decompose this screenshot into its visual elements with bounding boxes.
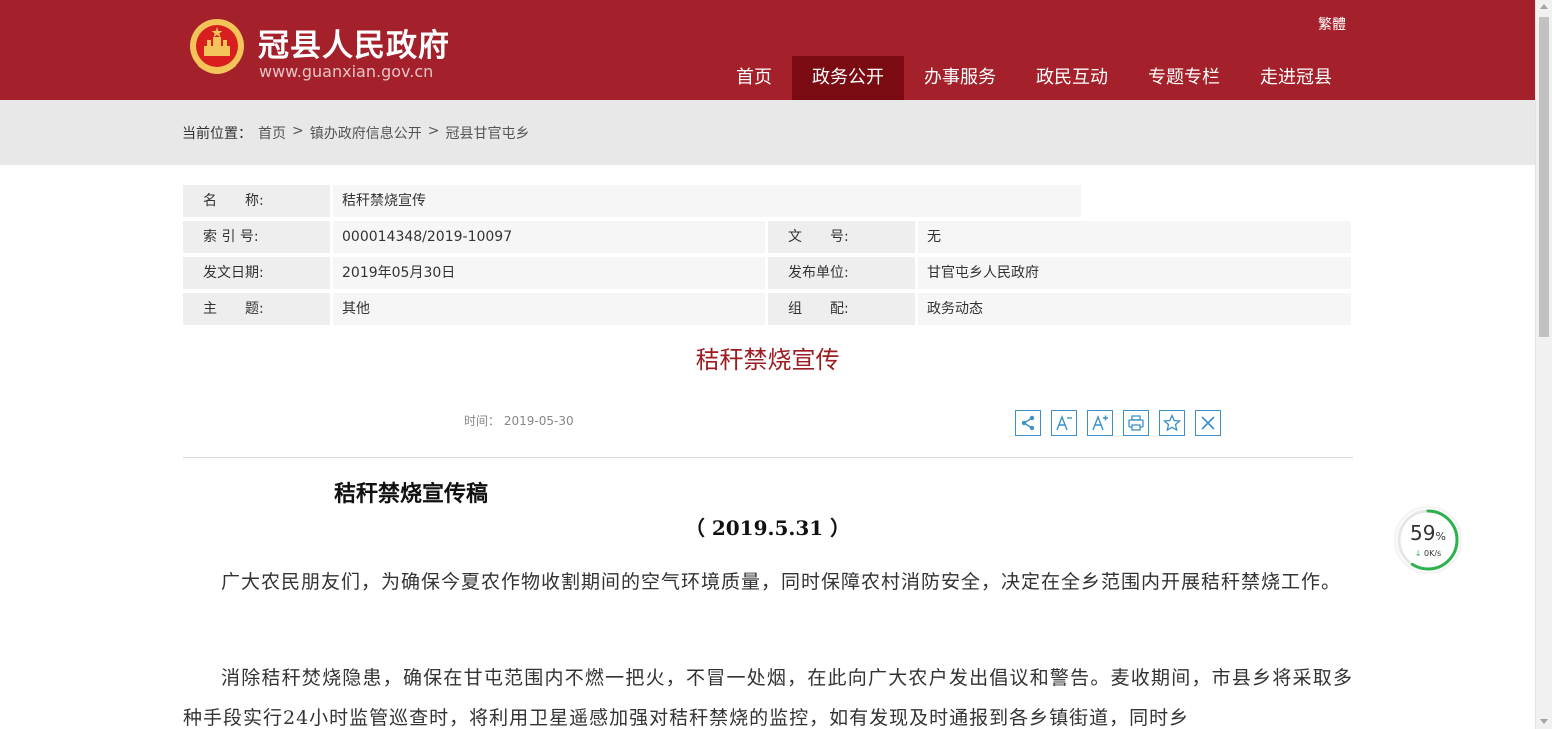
article-paragraph: 广大农民朋友们，为确保今夏农作物收割期间的空气环境质量，同时保障农村消防安全，决… xyxy=(221,571,1342,593)
info-label-index: 索 引 号: xyxy=(183,221,330,253)
info-value-index: 000014348/2019-10097 xyxy=(333,221,765,253)
speed-percent-value: 59 xyxy=(1410,521,1436,545)
site-title: 冠县人民政府 xyxy=(258,28,450,64)
traditional-chinese-link[interactable]: 繁體 xyxy=(1318,14,1346,34)
speed-percent: 59% xyxy=(1396,521,1460,545)
article-body-date: （ 2019.5.31 ） xyxy=(684,516,851,540)
article-paragraph: 消除秸秆焚烧隐患，确保在甘屯范围内不燃一把火，不冒一处烟，在此向广大农户发出倡议… xyxy=(183,667,1353,729)
nav-item-home[interactable]: 首页 xyxy=(716,56,792,100)
article-time: 时间： 2019-05-30 xyxy=(464,412,574,429)
article-title: 秸秆禁烧宣传 xyxy=(695,346,840,374)
font-decrease-button[interactable] xyxy=(1051,410,1077,436)
breadcrumb-separator: > xyxy=(427,123,440,139)
scroll-up-arrow-icon[interactable] xyxy=(1540,4,1548,9)
info-label-unit: 发布单位: xyxy=(768,257,915,289)
article-toolbar xyxy=(1015,410,1221,436)
nav-item-government-affairs[interactable]: 政务公开 xyxy=(792,56,904,100)
info-row-name: 名 称: 秸秆禁烧宣传 xyxy=(183,185,1081,217)
speed-rate-value: 0K/s xyxy=(1424,549,1442,558)
print-icon xyxy=(1128,415,1144,431)
info-label-config: 组 配: xyxy=(768,293,915,325)
article-time-value: 2019-05-30 xyxy=(503,414,574,428)
main-nav: 首页 政务公开 办事服务 政民互动 专题专栏 走进冠县 xyxy=(716,56,1352,100)
font-increase-button[interactable] xyxy=(1087,410,1113,436)
info-value-date: 2019年05月30日 xyxy=(333,257,765,289)
info-value-name: 秸秆禁烧宣传 xyxy=(333,185,1081,217)
font-decrease-icon xyxy=(1056,415,1072,431)
breadcrumb: 当前位置： 首页 > 镇办政府信息公开 > 冠县甘官屯乡 xyxy=(182,123,529,143)
nav-item-about-county[interactable]: 走进冠县 xyxy=(1240,56,1352,100)
star-icon xyxy=(1163,414,1181,432)
article-time-label: 时间： xyxy=(464,414,501,428)
favorite-button[interactable] xyxy=(1159,410,1185,436)
breadcrumb-item-township[interactable]: 冠县甘官屯乡 xyxy=(445,123,529,143)
info-row-topic: 主 题: 其他 组 配: 政务动态 xyxy=(183,293,1351,325)
article-divider xyxy=(183,457,1353,458)
article-body-heading: 秸秆禁烧宣传稿 xyxy=(334,481,489,507)
network-speed-widget[interactable]: 59% ↓ 0K/s xyxy=(1396,508,1460,572)
share-button[interactable] xyxy=(1015,410,1041,436)
national-emblem-icon[interactable] xyxy=(186,16,248,82)
info-value-config: 政务动态 xyxy=(918,293,1351,325)
close-icon xyxy=(1201,416,1215,430)
info-label-date: 发文日期: xyxy=(183,257,330,289)
scroll-down-arrow-icon[interactable] xyxy=(1540,719,1548,724)
info-label-topic: 主 题: xyxy=(183,293,330,325)
site-header: 冠县人民政府 www.guanxian.gov.cn 繁體 首页 政务公开 办事… xyxy=(0,0,1535,100)
breadcrumb-bar: 当前位置： 首页 > 镇办政府信息公开 > 冠县甘官屯乡 xyxy=(0,100,1535,165)
info-value-unit: 甘官屯乡人民政府 xyxy=(918,257,1351,289)
info-row-index: 索 引 号: 000014348/2019-10097 文 号: 无 xyxy=(183,221,1351,253)
speed-rate: ↓ 0K/s xyxy=(1396,549,1460,558)
scroll-thumb[interactable] xyxy=(1539,17,1549,337)
close-button[interactable] xyxy=(1195,410,1221,436)
info-row-date: 发文日期: 2019年05月30日 发布单位: 甘官屯乡人民政府 xyxy=(183,257,1351,289)
breadcrumb-lead: 当前位置： xyxy=(182,126,252,142)
nav-item-special-topics[interactable]: 专题专栏 xyxy=(1128,56,1240,100)
print-button[interactable] xyxy=(1123,410,1149,436)
speed-percent-unit: % xyxy=(1435,530,1446,543)
nav-item-services[interactable]: 办事服务 xyxy=(904,56,1016,100)
info-value-topic: 其他 xyxy=(333,293,765,325)
share-icon xyxy=(1021,415,1035,431)
info-label-name: 名 称: xyxy=(183,185,330,217)
info-value-doc-number: 无 xyxy=(918,221,1351,253)
breadcrumb-separator: > xyxy=(292,123,304,139)
breadcrumb-item-home[interactable]: 首页 xyxy=(258,123,286,143)
site-url: www.guanxian.gov.cn xyxy=(259,62,434,81)
info-label-doc-number: 文 号: xyxy=(768,221,915,253)
font-increase-icon xyxy=(1092,415,1108,431)
vertical-scrollbar[interactable] xyxy=(1535,0,1552,729)
nav-item-interaction[interactable]: 政民互动 xyxy=(1016,56,1128,100)
download-arrow-icon: ↓ xyxy=(1414,549,1422,558)
breadcrumb-item-town-disclosure[interactable]: 镇办政府信息公开 xyxy=(310,123,422,143)
